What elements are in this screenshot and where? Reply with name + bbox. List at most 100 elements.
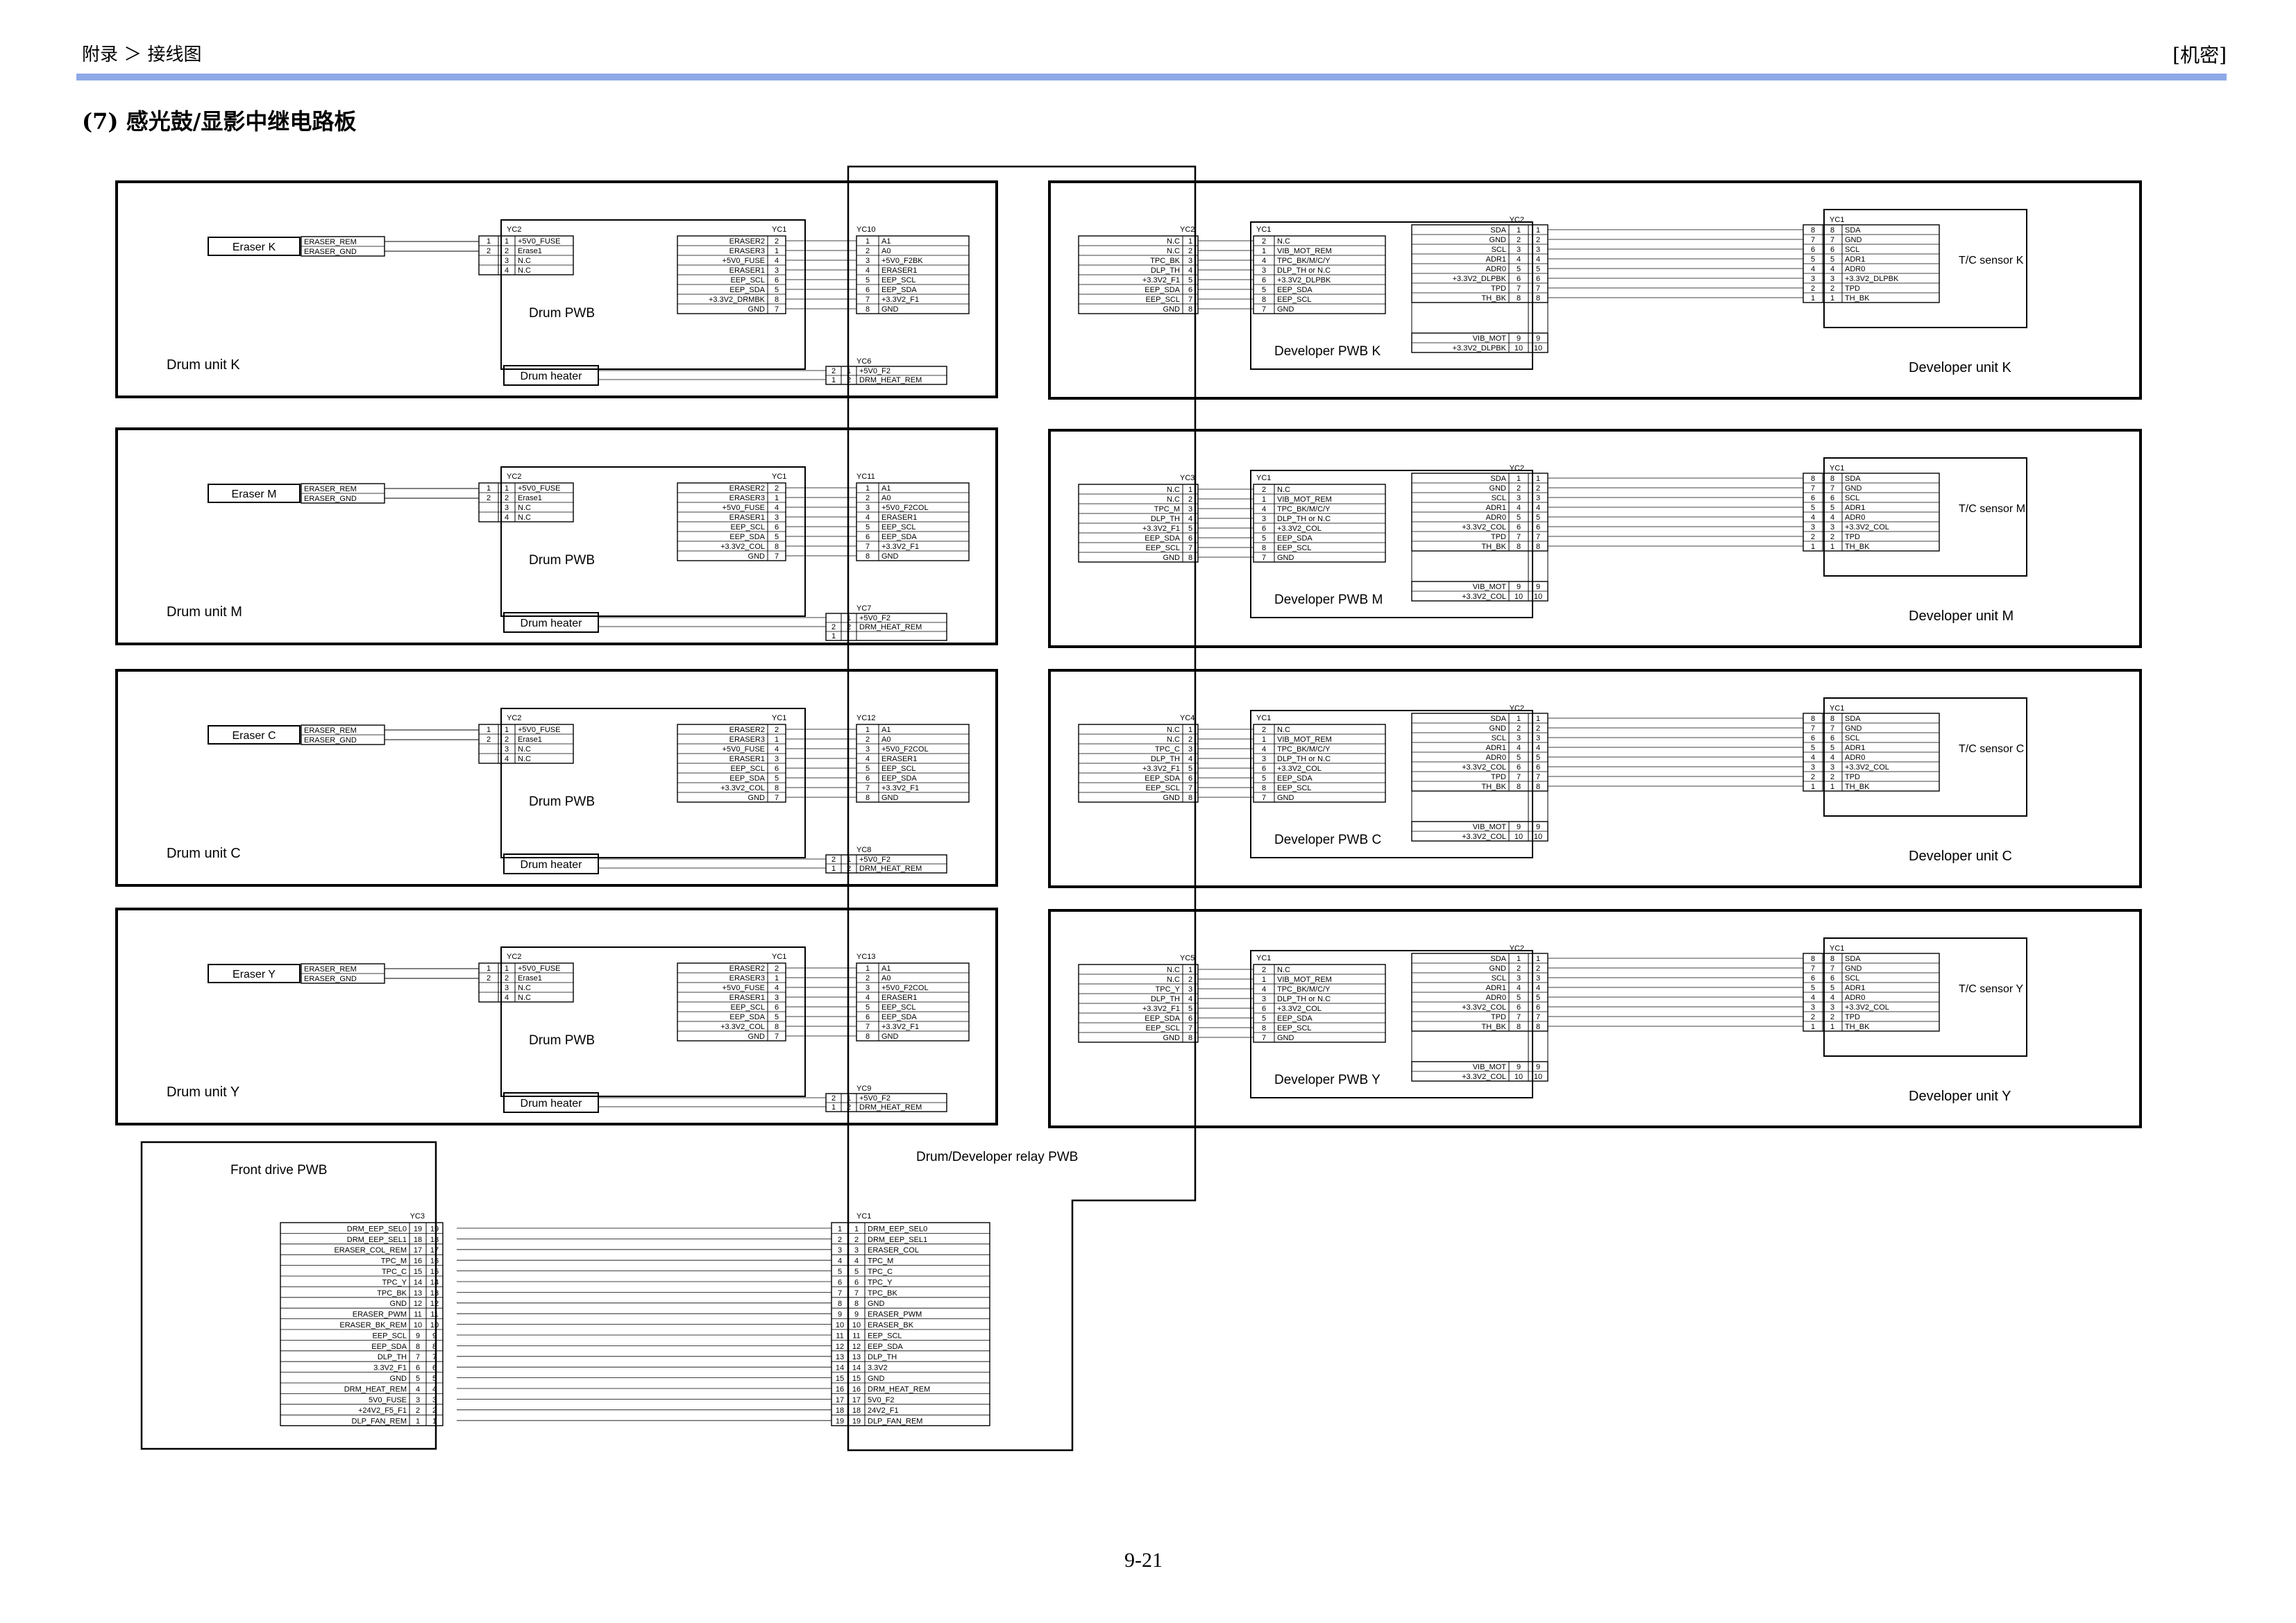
pin-label: 6 [775, 523, 779, 532]
pin-label: 6 [838, 1278, 842, 1286]
pin-label: GND [1489, 965, 1507, 973]
pin-label: N.C [1167, 726, 1180, 734]
pin-label: 3 [1262, 755, 1266, 763]
pin-label: 7 [1536, 284, 1540, 293]
pin-label: 1 [866, 965, 870, 973]
pin-label: +5V0_FUSE [518, 726, 560, 734]
pin-label: 2 [505, 494, 509, 502]
pin-label: +3.3V2_COL [1845, 763, 1889, 772]
pin-label: TPD [1491, 533, 1506, 541]
pin-label: 7 [1188, 544, 1192, 552]
pin-label: DRM_HEAT_REM [859, 623, 922, 631]
pin-label: TPD [1845, 284, 1860, 293]
pin-label: 2 [1517, 724, 1521, 733]
pin-label: 3 [1517, 246, 1521, 254]
pin-label: SCL [1845, 494, 1859, 502]
pin-label: TPC_BK/M/C/Y [1277, 985, 1331, 994]
eraser-label: Eraser Y [233, 969, 276, 980]
pin-label: ADR1 [1845, 984, 1865, 992]
pin-label: EEP_SDA [1277, 1014, 1312, 1023]
pin-label: EEP_SDA [1145, 534, 1180, 543]
pin-label: 3 [505, 984, 509, 992]
pin-label: +3.3V2_F1 [1142, 765, 1180, 773]
pin-label: 1 [838, 1225, 842, 1233]
pin-label: 6 [1830, 734, 1834, 742]
pin-label: 8 [1830, 955, 1834, 963]
connector-name: YC1 [856, 1212, 871, 1221]
pin-label: 8 [1262, 296, 1266, 304]
pin-label: 4 [1830, 994, 1834, 1002]
yc2-table: SDA 1 1 GND 2 2 SCL 3 3 ADR1 4 4 ADR0 5 5 +3.3V2_COL 6 6 T… [1411, 713, 1548, 792]
pin-label: 6 [416, 1364, 420, 1373]
pin-label: EEP_SCL [730, 276, 765, 284]
pin-label: 4 [1536, 744, 1540, 752]
pin-label: 9 [1536, 334, 1540, 343]
pin-label: ERASER1 [729, 755, 765, 763]
pin-label: 2 [775, 484, 779, 493]
eraser-label: Eraser M [232, 488, 277, 500]
pin-label: 3 [505, 745, 509, 754]
pin-label: 8 [1262, 1024, 1266, 1033]
pin-label: 11 [852, 1332, 860, 1340]
pin-label: +3.3V2_COL [1462, 593, 1506, 601]
pin-label: VIB_MOT [1473, 823, 1507, 831]
pin-label: 1 [505, 484, 509, 493]
pin-label: SDA [1845, 475, 1861, 483]
pin-label: 7 [1536, 773, 1540, 781]
pin-label: 2 [775, 726, 779, 734]
pin-label: 1 [487, 965, 491, 973]
pin-label: 1 [866, 726, 870, 734]
pin-label: ERASER_PWM [353, 1311, 407, 1319]
pin-label: 3 [1830, 523, 1834, 532]
pin-label: 18 [430, 1236, 439, 1244]
pin-label: 6 [866, 1013, 870, 1021]
pin-label: 18 [414, 1236, 422, 1244]
pin-label: TH_BK [1845, 543, 1870, 551]
pin-label: SDA [1490, 475, 1506, 483]
pin-label: ADR0 [1486, 513, 1506, 522]
pin-label: DRM_EEP_SEL1 [868, 1236, 927, 1244]
pin-label: 4 [1188, 755, 1192, 763]
pin-label: ADR1 [1845, 255, 1865, 264]
pin-label: ERASER3 [729, 974, 765, 983]
pin-label: 3 [416, 1396, 420, 1404]
pin-label: EEP_SCL [730, 1003, 765, 1012]
pin-label: +3.3V2_DRMBK [709, 296, 766, 304]
pin-label: EEP_SCL [730, 523, 765, 532]
drum-pwb-label: Drum PWB [529, 306, 595, 321]
pin-label: GND [1845, 965, 1862, 973]
connector-name: YC2 [1510, 216, 1524, 224]
pin-label: DLP_TH [1151, 266, 1180, 275]
pin-label: +3.3V2_COL [720, 784, 765, 792]
pin-label: 8 [866, 1033, 870, 1041]
pin-label: GND [881, 794, 899, 802]
pin-label: 16 [414, 1257, 422, 1266]
tc-sensor-label: T/C sensor C [1959, 743, 2024, 755]
pin-label: TPC_C [868, 1268, 893, 1276]
pin-label: 6 [1517, 763, 1521, 772]
pin-label: 8 [838, 1300, 842, 1308]
pin-label: 2 [1262, 966, 1266, 974]
pin-label: 2 [1536, 965, 1540, 973]
pin-label: 5 [775, 1013, 779, 1021]
pin-label: 8 [866, 552, 870, 561]
connector-name: YC1 [1256, 226, 1271, 234]
pin-label: GND [748, 552, 766, 561]
pin-label: 4 [1262, 985, 1266, 994]
pin-label: 7 [1830, 484, 1834, 493]
pin-label: EEP_SDA [729, 1013, 765, 1021]
pin-label: GND [1277, 794, 1294, 802]
pin-label: 19 [836, 1418, 844, 1426]
pin-label: 13 [430, 1289, 439, 1298]
pin-label: 2 [866, 247, 870, 255]
pin-label: 5 [1188, 765, 1192, 773]
pin-label: +5V0_FUSE [518, 484, 560, 493]
pin-label: 3 [1811, 763, 1815, 772]
pin-label: ERASER_GND [304, 248, 357, 256]
pin-label: 7 [1811, 484, 1815, 493]
pin-label: N.C [1167, 486, 1180, 494]
pin-label: 1 [505, 965, 509, 973]
pin-label: 3 [1830, 275, 1834, 283]
yc2-table: 1 1 +5V0_FUSE 2 2 Erase1 3 N.C 4 N.C [478, 482, 574, 522]
pin-label: 8 [775, 784, 779, 792]
